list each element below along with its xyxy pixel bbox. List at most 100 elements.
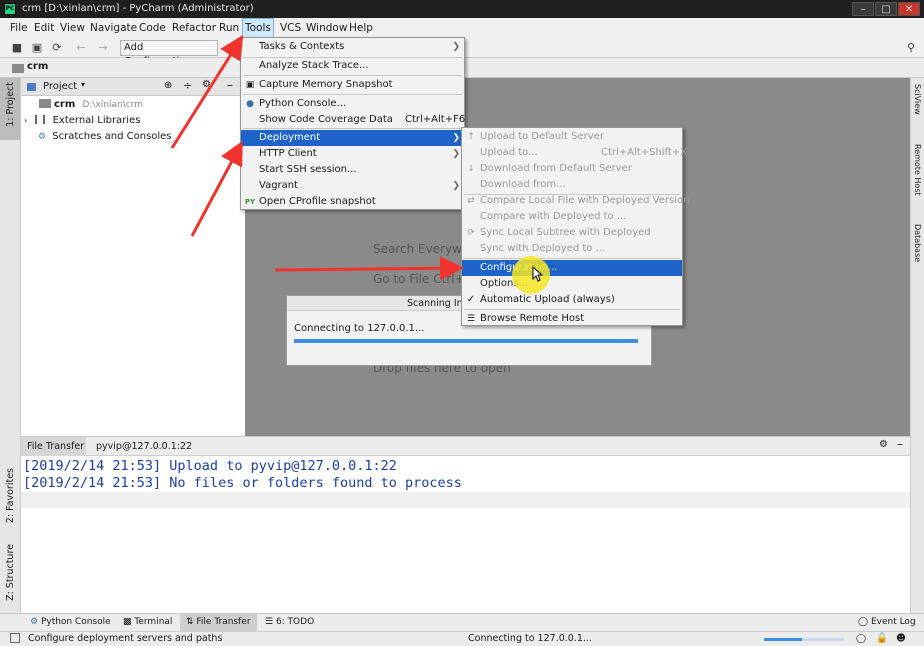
tool-tab-remote-host[interactable]: Remote Host <box>913 144 922 196</box>
tool-todo[interactable]: ☰ 6: TODO <box>265 614 314 631</box>
save-icon[interactable]: ▣ <box>30 41 44 55</box>
search-icon[interactable]: ⚲ <box>904 41 918 55</box>
project-view-selector[interactable]: Project <box>43 81 77 92</box>
tool-tab-favorites[interactable]: 2: Favorites <box>5 468 16 523</box>
menu-item-python-console[interactable]: ● Python Console... <box>241 96 464 112</box>
chevron-right-icon: ❯ <box>452 133 460 143</box>
gear-icon[interactable]: ⚙ <box>879 439 888 450</box>
tree-item-crm[interactable]: crm D:\xinlan\crm <box>39 97 143 113</box>
tab-pyvip[interactable]: pyvip@127.0.0.1:22 <box>96 441 192 452</box>
hide-icon[interactable]: – <box>897 437 903 451</box>
menu-item-label: Browse Remote Host <box>480 313 585 324</box>
menu-separator <box>243 128 462 129</box>
tree-item-external-libraries[interactable]: › External Libraries <box>24 113 140 129</box>
menu-item-compare-deployed[interactable]: Compare with Deployed to ... <box>462 209 682 225</box>
menu-item-deployment[interactable]: Deployment ❯ <box>241 130 464 146</box>
hint-goto-file: Go to File Ctrl+ <box>373 272 465 286</box>
menu-item-automatic-upload[interactable]: ✓ Automatic Upload (always) <box>462 292 682 308</box>
sync-icon: ⟳ <box>467 228 475 238</box>
tool-tab-structure[interactable]: Z: Structure <box>5 544 16 601</box>
tool-file-transfer[interactable]: ⇅ File Transfer <box>186 614 251 631</box>
collapse-icon[interactable]: ÷ <box>183 79 192 92</box>
breadcrumb-crm[interactable]: crm <box>27 61 48 72</box>
menu-code[interactable]: Code <box>137 18 168 38</box>
menu-item-analyze-stack-trace[interactable]: Analyze Stack Trace... <box>241 58 464 74</box>
hide-icon[interactable]: – <box>227 78 233 92</box>
menu-tools[interactable]: Tools <box>242 18 274 38</box>
menu-item-code-coverage[interactable]: Show Code Coverage Data Ctrl+Alt+F6 <box>241 112 465 128</box>
menu-item-compare-local[interactable]: ⇄ Compare Local File with Deployed Versio… <box>462 193 689 209</box>
add-configuration-button[interactable]: Add Configuration... <box>120 40 218 67</box>
menu-separator <box>464 309 680 310</box>
menu-item-label: Open CProfile snapshot <box>259 196 376 207</box>
menu-item-upload-default[interactable]: ↑ Upload to Default Server <box>462 129 682 145</box>
status-progress-text: Connecting to 127.0.0.1... <box>468 633 592 644</box>
menu-item-http-client[interactable]: HTTP Client ❯ <box>241 146 464 162</box>
forward-icon[interactable]: → <box>96 41 110 55</box>
tool-terminal[interactable]: ▩ Terminal <box>123 614 172 631</box>
status-progress-fill <box>764 638 802 641</box>
folder-icon <box>39 99 51 108</box>
user-icon[interactable]: ☻ <box>896 632 906 646</box>
menu-item-configuration[interactable]: Configuration... <box>462 260 682 276</box>
menu-window[interactable]: Window <box>304 18 349 38</box>
list-icon: ☰ <box>466 314 476 324</box>
menu-item-label: Upload to Default Server <box>480 131 604 142</box>
menu-item-cprofile[interactable]: PY Open CProfile snapshot <box>241 194 464 210</box>
menu-item-label: Show Code Coverage Data <box>259 114 393 125</box>
maximize-icon[interactable]: □ <box>875 2 897 16</box>
chevron-down-icon[interactable]: ▾ <box>81 80 85 89</box>
tool-tab-project[interactable]: 1: Project <box>5 82 16 127</box>
menu-item-download-from[interactable]: Download from... <box>462 177 682 193</box>
menu-refactor[interactable]: Refactor <box>170 18 218 38</box>
sync-icon[interactable]: ⟳ <box>50 41 64 55</box>
menu-item-vagrant[interactable]: Vagrant ❯ <box>241 178 464 194</box>
status-progress-track <box>764 638 844 641</box>
menu-item-label: Sync with Deployed to ... <box>480 243 606 254</box>
menu-item-browse-remote[interactable]: ☰ Browse Remote Host <box>462 311 682 327</box>
tab-file-transfer[interactable]: File Transfer <box>27 441 84 452</box>
menu-item-upload-to[interactable]: Upload to... Ctrl+Alt+Shift+X <box>462 145 687 161</box>
menu-navigate[interactable]: Navigate <box>88 18 139 38</box>
gear-icon[interactable]: ⚙ <box>202 79 211 90</box>
log-line: [2019/2/14 21:53] Upload to pyvip@127.0.… <box>23 458 397 474</box>
layout-icon[interactable] <box>10 633 20 643</box>
menu-vcs[interactable]: VCS <box>278 18 303 38</box>
left-tool-strip: 1: Project 2: Favorites Z: Structure <box>0 78 21 613</box>
bottom-panel-header: File Transfer pyvip@127.0.0.1:22 ⚙ – <box>21 437 910 456</box>
menu-item-options[interactable]: Options... <box>462 276 682 292</box>
menu-file[interactable]: File <box>8 18 30 38</box>
check-icon: ✓ <box>466 294 476 305</box>
menu-view[interactable]: View <box>58 18 87 38</box>
cancel-icon[interactable]: ◯ <box>856 632 866 646</box>
tree-item-scratches[interactable]: ⚙ Scratches and Consoles <box>38 129 172 145</box>
tool-event-log[interactable]: ◯ Event Log <box>858 614 916 631</box>
tool-window-bar: ⚙ Python Console ▩ Terminal ⇅ File Trans… <box>0 613 924 631</box>
menu-separator <box>243 75 462 76</box>
menu-item-capture-memory[interactable]: ▣ Capture Memory Snapshot <box>241 77 464 93</box>
menu-item-start-ssh[interactable]: Start SSH session... <box>241 162 464 178</box>
minimize-icon[interactable]: – <box>852 2 874 16</box>
tool-label: Event Log <box>870 617 916 627</box>
tool-tab-scview[interactable]: SciView <box>913 84 922 115</box>
lock-icon[interactable]: 🔓 <box>876 632 888 646</box>
hint-search-everywhere: Search Everywh <box>373 242 470 256</box>
close-icon[interactable]: ✕ <box>898 2 920 16</box>
menu-edit[interactable]: Edit <box>32 18 56 38</box>
tool-python-console[interactable]: ⚙ Python Console <box>30 614 111 631</box>
menu-separator <box>243 94 462 95</box>
tool-tab-database[interactable]: Database <box>913 224 922 262</box>
project-panel: Project ▾ ⊕ ÷ ⚙ – crm D:\xinlan\crm › Ex… <box>21 78 245 436</box>
menu-run[interactable]: Run <box>217 18 241 38</box>
menu-item-download-default[interactable]: ↓ Download from Default Server <box>462 161 682 177</box>
locate-icon[interactable]: ⊕ <box>164 80 172 91</box>
menu-help[interactable]: Help <box>347 18 375 38</box>
menu-item-sync-deployed[interactable]: Sync with Deployed to ... <box>462 241 682 257</box>
tree-item-label: External Libraries <box>52 115 141 126</box>
tool-label: Python Console <box>40 617 111 627</box>
status-bar: Configure deployment servers and paths C… <box>0 631 924 646</box>
back-icon[interactable]: ← <box>74 41 88 55</box>
menu-item-tasks-contexts[interactable]: Tasks & Contexts ❯ <box>241 39 464 55</box>
open-folder-icon[interactable]: ■ <box>10 41 24 55</box>
menu-item-sync-subtree[interactable]: ⟳ Sync Local Subtree with Deployed <box>462 225 682 241</box>
